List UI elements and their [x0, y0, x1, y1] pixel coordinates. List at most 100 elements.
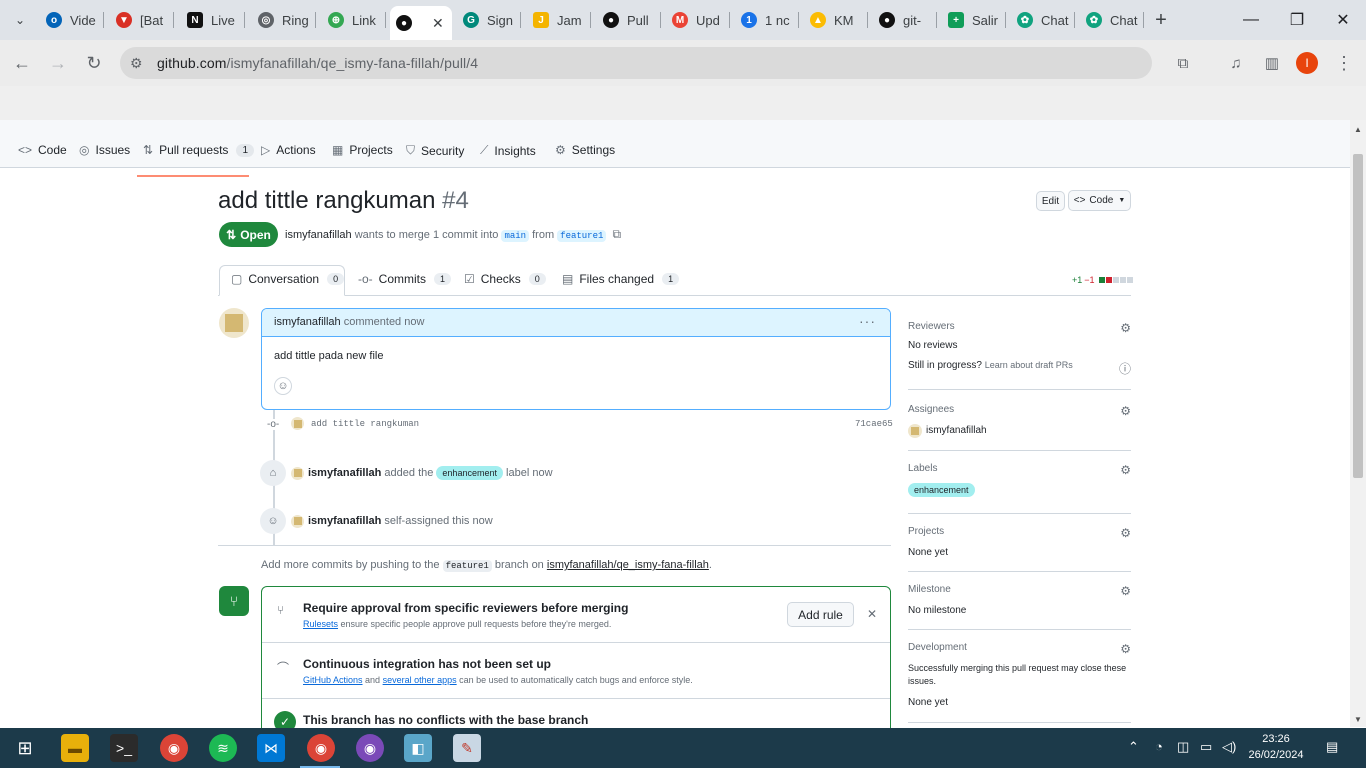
browser-tab[interactable]: ▼ [Bat: [116, 6, 174, 34]
assignee-link[interactable]: ismyfanafillah: [926, 425, 987, 436]
nav-actions[interactable]: ▷ Actions: [261, 143, 316, 157]
scroll-down-icon[interactable]: ▼: [1354, 715, 1362, 724]
nav-projects[interactable]: ▦ Projects: [332, 143, 393, 157]
commit-icon: -o-: [267, 419, 280, 430]
restore-button[interactable]: ❐: [1274, 0, 1320, 40]
gear-icon[interactable]: ⚙: [1120, 404, 1131, 418]
commit-message[interactable]: add tittle rangkuman: [311, 419, 419, 429]
nav-settings[interactable]: ⚙ Settings: [555, 143, 615, 157]
gear-icon[interactable]: ⚙: [1120, 584, 1131, 598]
nav-code[interactable]: <> Code: [18, 143, 67, 157]
browser-tab[interactable]: M Upd: [672, 6, 730, 34]
browser-tab[interactable]: ✿ Chat: [1017, 6, 1075, 34]
address-bar[interactable]: ⚙ github.com/ismyfanafillah/qe_ismy-fana…: [120, 47, 1152, 79]
new-tab-button[interactable]: +: [1150, 6, 1172, 34]
page-scrollbar[interactable]: ▲ ▼: [1350, 120, 1366, 727]
avatar[interactable]: [219, 308, 249, 338]
status-badge: ⇅ Open: [219, 222, 278, 247]
nav-insights[interactable]: ⟋ Insights: [480, 143, 536, 158]
copy-icon[interactable]: ⧉: [612, 227, 621, 241]
comment-author[interactable]: ismyfanafillah: [274, 316, 341, 328]
repo-nav: <> Code ◎ Issues ⇅ Pull requests 1 ▷ Actions …: [0, 130, 1350, 177]
add-rule-button[interactable]: Add rule: [787, 602, 854, 627]
smiley-icon[interactable]: ☺: [274, 377, 292, 395]
close-window-button[interactable]: ✕: [1320, 0, 1366, 40]
kebab-icon[interactable]: ···: [859, 313, 876, 329]
spotify-icon[interactable]: ≋: [209, 734, 237, 762]
media-button[interactable]: ♫: [1221, 48, 1251, 78]
tab-conversation[interactable]: ▢ Conversation 0: [231, 272, 345, 286]
network-icon[interactable]: ◔: [1155, 739, 1163, 754]
github-actions-link[interactable]: GitHub Actions: [303, 675, 363, 685]
back-button[interactable]: ←: [7, 48, 37, 78]
head-branch[interactable]: feature1: [557, 230, 607, 242]
browser-tab[interactable]: 11 nc: [741, 6, 799, 34]
extensions-button[interactable]: ⧉: [1168, 48, 1198, 78]
forward-button[interactable]: →: [43, 48, 73, 78]
browser-tab[interactable]: N Live: [187, 6, 245, 34]
close-icon[interactable]: ✕: [867, 607, 877, 621]
diff-square-neutral: [1126, 277, 1133, 283]
info-icon[interactable]: ⓘ: [1119, 360, 1131, 377]
menu-button[interactable]: ⋮: [1329, 48, 1359, 78]
browser-tab[interactable]: ▲ KM: [810, 6, 868, 34]
file-explorer-icon[interactable]: ▬: [61, 734, 89, 762]
site-settings-icon[interactable]: ⚙: [130, 55, 143, 72]
paint-app-icon[interactable]: ✎: [453, 734, 481, 762]
browser-tab[interactable]: ✿ Chat: [1086, 6, 1144, 34]
gear-icon[interactable]: ⚙: [1120, 526, 1131, 540]
browser-tab[interactable]: o Vide: [46, 6, 104, 34]
commit-sha[interactable]: 71cae65: [855, 419, 893, 429]
chrome-icon[interactable]: ◉: [160, 734, 188, 762]
push-hint: Add more commits by pushing to the featu…: [261, 559, 712, 572]
browser-tab[interactable]: J Jam: [533, 6, 591, 34]
chrome-profile-icon[interactable]: ◉: [307, 734, 335, 762]
tab-search-button[interactable]: ⌄: [6, 6, 34, 34]
scroll-up-icon[interactable]: ▲: [1354, 125, 1362, 134]
gear-icon[interactable]: ⚙: [1120, 463, 1131, 477]
chrome-profile-icon[interactable]: ◉: [356, 734, 384, 762]
chevron-down-icon: ⌄: [14, 13, 26, 27]
sidepanel-button[interactable]: ▥: [1257, 48, 1287, 78]
label-enhancement[interactable]: enhancement: [908, 483, 975, 497]
scrollbar-thumb[interactable]: [1353, 154, 1363, 478]
profile-avatar[interactable]: I: [1296, 52, 1318, 74]
code-dropdown-button[interactable]: <> Code ▼: [1068, 190, 1131, 211]
reload-button[interactable]: ↻: [79, 48, 109, 78]
notification-icon[interactable]: ▤: [1326, 739, 1338, 755]
other-apps-link[interactable]: several other apps: [383, 675, 457, 685]
battery-icon[interactable]: ▭: [1200, 739, 1212, 755]
repo-link[interactable]: ismyfanafillah/qe_ismy-fana-fillah: [547, 559, 709, 571]
taskbar-clock[interactable]: 23:26 26/02/2024: [1240, 731, 1312, 763]
nav-security[interactable]: ⛉ Security: [406, 143, 464, 158]
close-icon[interactable]: ✕: [432, 15, 444, 32]
tab-files-changed[interactable]: ▤ Files changed 1: [562, 272, 680, 286]
author-link[interactable]: ismyfanafillah: [285, 229, 352, 241]
windows-start-icon[interactable]: ⊞: [11, 734, 39, 762]
nav-pull-requests[interactable]: ⇅ Pull requests 1: [143, 143, 254, 157]
draft-prs-link[interactable]: Learn about draft PRs: [985, 360, 1073, 370]
browser-tab[interactable]: ● Pull: [603, 6, 661, 34]
notes-app-icon[interactable]: ◧: [404, 734, 432, 762]
tab-commits[interactable]: -o- Commits 1: [358, 272, 452, 286]
browser-tab[interactable]: + Salir: [948, 6, 1006, 34]
minimize-button[interactable]: —: [1228, 0, 1274, 40]
volume-icon[interactable]: ◁): [1222, 739, 1236, 755]
rulesets-link[interactable]: Rulesets: [303, 619, 338, 629]
base-branch[interactable]: main: [501, 230, 530, 242]
gear-icon[interactable]: ⚙: [1120, 642, 1131, 656]
browser-tab[interactable]: ⊕ Link: [328, 6, 386, 34]
browser-tab[interactable]: ◎ Ring: [258, 6, 316, 34]
meet-icon[interactable]: ◫: [1177, 739, 1189, 755]
edit-button[interactable]: Edit: [1036, 191, 1065, 211]
gear-icon[interactable]: ⚙: [1120, 321, 1131, 335]
browser-tab[interactable]: ● git-: [879, 6, 937, 34]
vscode-icon[interactable]: ⋈: [257, 734, 285, 762]
browser-tab[interactable]: G Sign: [463, 6, 521, 34]
terminal-icon[interactable]: >_: [110, 734, 138, 762]
browser-tab-active[interactable]: ● ✕: [390, 6, 452, 40]
tab-checks[interactable]: ☑ Checks 0: [464, 272, 546, 286]
nav-issues[interactable]: ◎ Issues: [79, 143, 130, 157]
label-enhancement[interactable]: enhancement: [436, 466, 503, 480]
chevron-up-icon[interactable]: ⌃: [1128, 739, 1139, 755]
